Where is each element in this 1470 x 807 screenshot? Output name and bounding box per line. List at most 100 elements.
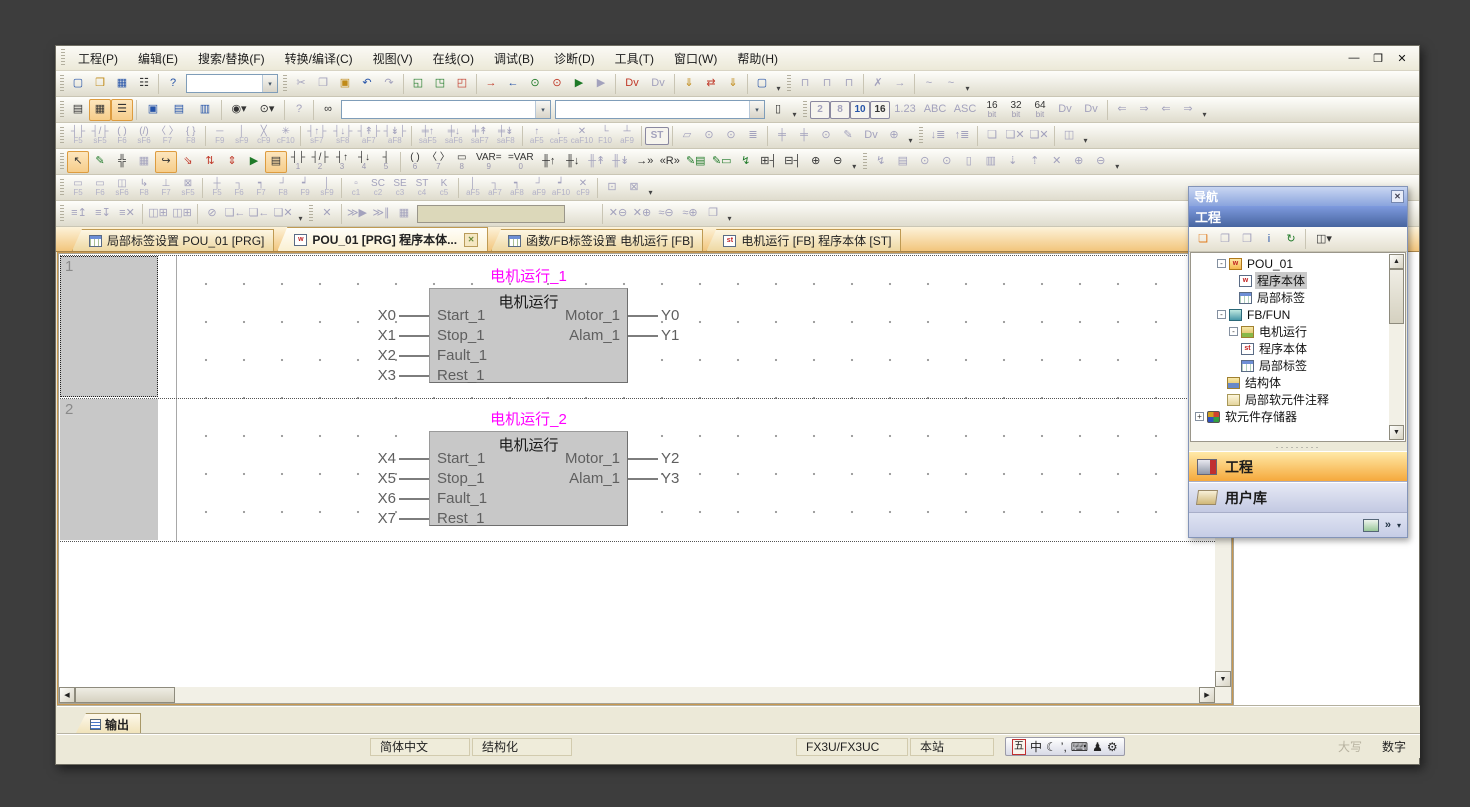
pulse-or-button[interactable]: ╪↑saF5 [415, 125, 441, 147]
delete-button[interactable]: ✕caF10 [570, 125, 594, 147]
new-project-button[interactable]: ▢ [67, 73, 89, 95]
rising-pulse-button[interactable]: ┤↑├sF7 [304, 125, 330, 147]
panel-splitter[interactable]: ········· [1189, 442, 1407, 451]
scroll-right-button[interactable]: ▶ [1199, 687, 1215, 703]
sfc-sc-button[interactable]: SCc2 [367, 177, 389, 199]
ime-user-dict-icon[interactable]: ♟ [1092, 740, 1103, 754]
fbd-var-out-button[interactable]: =VAR0 [505, 151, 537, 173]
find-options-button[interactable]: ▯ [767, 99, 789, 121]
find-target-combo[interactable]: ▾ [341, 100, 551, 119]
scroll-left-button[interactable]: ◀ [59, 687, 75, 703]
block-import2-icon[interactable]: ❏← [247, 203, 271, 225]
menu-item-10[interactable]: 帮助(H) [727, 47, 788, 70]
sfc-par-branch-button[interactable]: ┑F7 [250, 177, 272, 199]
select-mode-button[interactable]: ↖ [67, 151, 89, 173]
tree-item-程序本体[interactable]: st程序本体 [1191, 340, 1405, 357]
fbd-contact-button[interactable]: ┤├1 [287, 151, 309, 173]
watch-blank2-icon[interactable] [583, 203, 599, 225]
rail-up-button[interactable]: ╫↑ [537, 151, 561, 173]
ime-soft-keyboard-icon[interactable]: ⌨ [1071, 740, 1088, 754]
edit-comment-icon[interactable]: ✎ [837, 125, 859, 147]
block-up-icon[interactable]: ≡↥ [67, 203, 91, 225]
debug-down-icon[interactable]: ⇣ [1002, 151, 1024, 173]
tab-2[interactable]: wPOU_01 [PRG] 程序本体...✕ [277, 227, 488, 251]
watch-blank1-icon[interactable] [567, 203, 583, 225]
prev-contact-icon[interactable]: ⇐ [1155, 99, 1177, 121]
block-import1-icon[interactable]: ❏← [223, 203, 247, 225]
window1-icon[interactable]: ❏ [981, 125, 1003, 147]
tab-close-icon[interactable]: ✕ [464, 233, 478, 247]
sfc-arrow2-button[interactable]: ┐aF7 [484, 177, 506, 199]
sfc-delete-button[interactable]: ✕cF9 [572, 177, 594, 199]
closed-contact-button[interactable]: ┤/├sF5 [89, 125, 111, 147]
sort-down-icon[interactable]: ↓≣ [926, 125, 950, 147]
device-write-icon[interactable]: ◱ [407, 73, 429, 95]
open-branch-button[interactable]: 〈 〉F7 [155, 125, 180, 147]
toolbar-grip[interactable] [60, 179, 64, 197]
rising-pulse-close-button[interactable]: ┤↟├aF7 [356, 125, 382, 147]
jump-label-button[interactable]: →» [633, 151, 657, 173]
tree-expander-icon[interactable]: - [1217, 310, 1226, 319]
debug-zoomout-icon[interactable]: ⊖ [1090, 151, 1112, 173]
watch-grid-icon[interactable]: ▦ [393, 203, 415, 225]
rail-down2-button[interactable]: ╫↡ [609, 151, 633, 173]
next-contact-icon[interactable]: ⇒ [1177, 99, 1199, 121]
output-tab[interactable]: 输出 [75, 713, 141, 735]
copy-button[interactable]: ❐ [312, 73, 334, 95]
connection-destination-icon[interactable] [1363, 519, 1379, 532]
fbd-coil-button[interactable]: ( )6 [404, 151, 426, 173]
toolbar-overflow-button[interactable]: ▾ [1112, 151, 1123, 173]
sfc-end-step-button[interactable]: ⊥F7 [155, 177, 177, 199]
menu-item-3[interactable]: 转换/编译(C) [275, 47, 363, 70]
zoom-in-button[interactable]: ⊕ [805, 151, 827, 173]
tree-item-电机运行[interactable]: -电机运行 [1191, 323, 1405, 340]
toolbar-grip[interactable] [863, 153, 867, 171]
ime-punctuation-icon[interactable]: ’, [1061, 740, 1067, 754]
sfc-jump-button[interactable]: ↳F8 [133, 177, 155, 199]
tree-item-程序本体[interactable]: w程序本体 [1191, 272, 1405, 289]
chevron-down-icon[interactable]: ▾ [262, 75, 277, 92]
overwrite-mode-button[interactable]: ⇘ [177, 151, 199, 173]
branch-line-button[interactable]: ┴aF9 [616, 125, 638, 147]
pulse-or2-button[interactable]: ╪↓saF6 [441, 125, 467, 147]
tree-expander-icon[interactable]: - [1217, 259, 1226, 268]
device-search2-icon[interactable]: ⊙ [815, 125, 837, 147]
undo-button[interactable]: ↶ [356, 73, 378, 95]
help-button[interactable]: ? [162, 73, 184, 95]
logging1-icon[interactable]: ⊓ [794, 73, 816, 95]
view-button-用户库[interactable]: 用户库 [1189, 482, 1407, 513]
device-display-button[interactable]: Dv [619, 73, 645, 95]
quick-edit-button[interactable]: ↯ [735, 151, 757, 173]
watch-pause-icon[interactable]: ≫∥ [369, 203, 393, 225]
tree-item-局部标签[interactable]: 局部标签 [1191, 357, 1405, 374]
note-display-button[interactable]: ▥ [192, 99, 218, 121]
auto-connect-button[interactable]: ↪ [155, 151, 177, 173]
view-button-工程[interactable]: 工程 [1189, 451, 1407, 482]
redo-button[interactable]: ↷ [378, 73, 400, 95]
scan-minus-icon[interactable]: ✕⊖ [606, 203, 630, 225]
edge-compare3-icon[interactable]: ⊙ [720, 125, 742, 147]
prev-device-icon[interactable]: ⇐ [1111, 99, 1133, 121]
ime-halfwidth-icon[interactable]: ☾ [1046, 740, 1057, 754]
tab-3[interactable]: 函数/FB标签设置 电机运行 [FB] [491, 229, 703, 251]
debug-close-icon[interactable]: ✕ [1046, 151, 1068, 173]
context-help-button[interactable]: ? [288, 99, 310, 121]
ime-settings-icon[interactable]: ⚙ [1107, 740, 1118, 754]
sfc-extra1-icon[interactable]: ⊡ [601, 177, 623, 199]
rail-up2-button[interactable]: ╫↟ [585, 151, 609, 173]
chevron-down-icon[interactable]: ▾ [749, 101, 764, 118]
word-64bit-button[interactable]: 64bit [1028, 99, 1052, 121]
block-disable-icon[interactable]: ⊘ [201, 203, 223, 225]
debug-find2-icon[interactable]: ⊙ [936, 151, 958, 173]
invert-result-button[interactable]: ↑aF5 [526, 125, 548, 147]
sfc-sel-branch2-button[interactable]: ┐F6 [228, 177, 250, 199]
menu-item-6[interactable]: 调试(B) [484, 47, 544, 70]
toolbar-overflow-button[interactable]: ▾ [724, 203, 735, 225]
debug-doc-icon[interactable]: ▯ [958, 151, 980, 173]
delete-hline-button[interactable]: ╳cF9 [253, 125, 275, 147]
delete-vline-button[interactable]: ✳cF10 [275, 125, 297, 147]
open-contact-button[interactable]: ┤├F5 [67, 125, 89, 147]
device-find-button[interactable]: ⊙▾ [253, 99, 281, 121]
end-line-button[interactable]: └F10 [594, 125, 616, 147]
tree-item-FB/FUN[interactable]: -FB/FUN [1191, 306, 1405, 323]
